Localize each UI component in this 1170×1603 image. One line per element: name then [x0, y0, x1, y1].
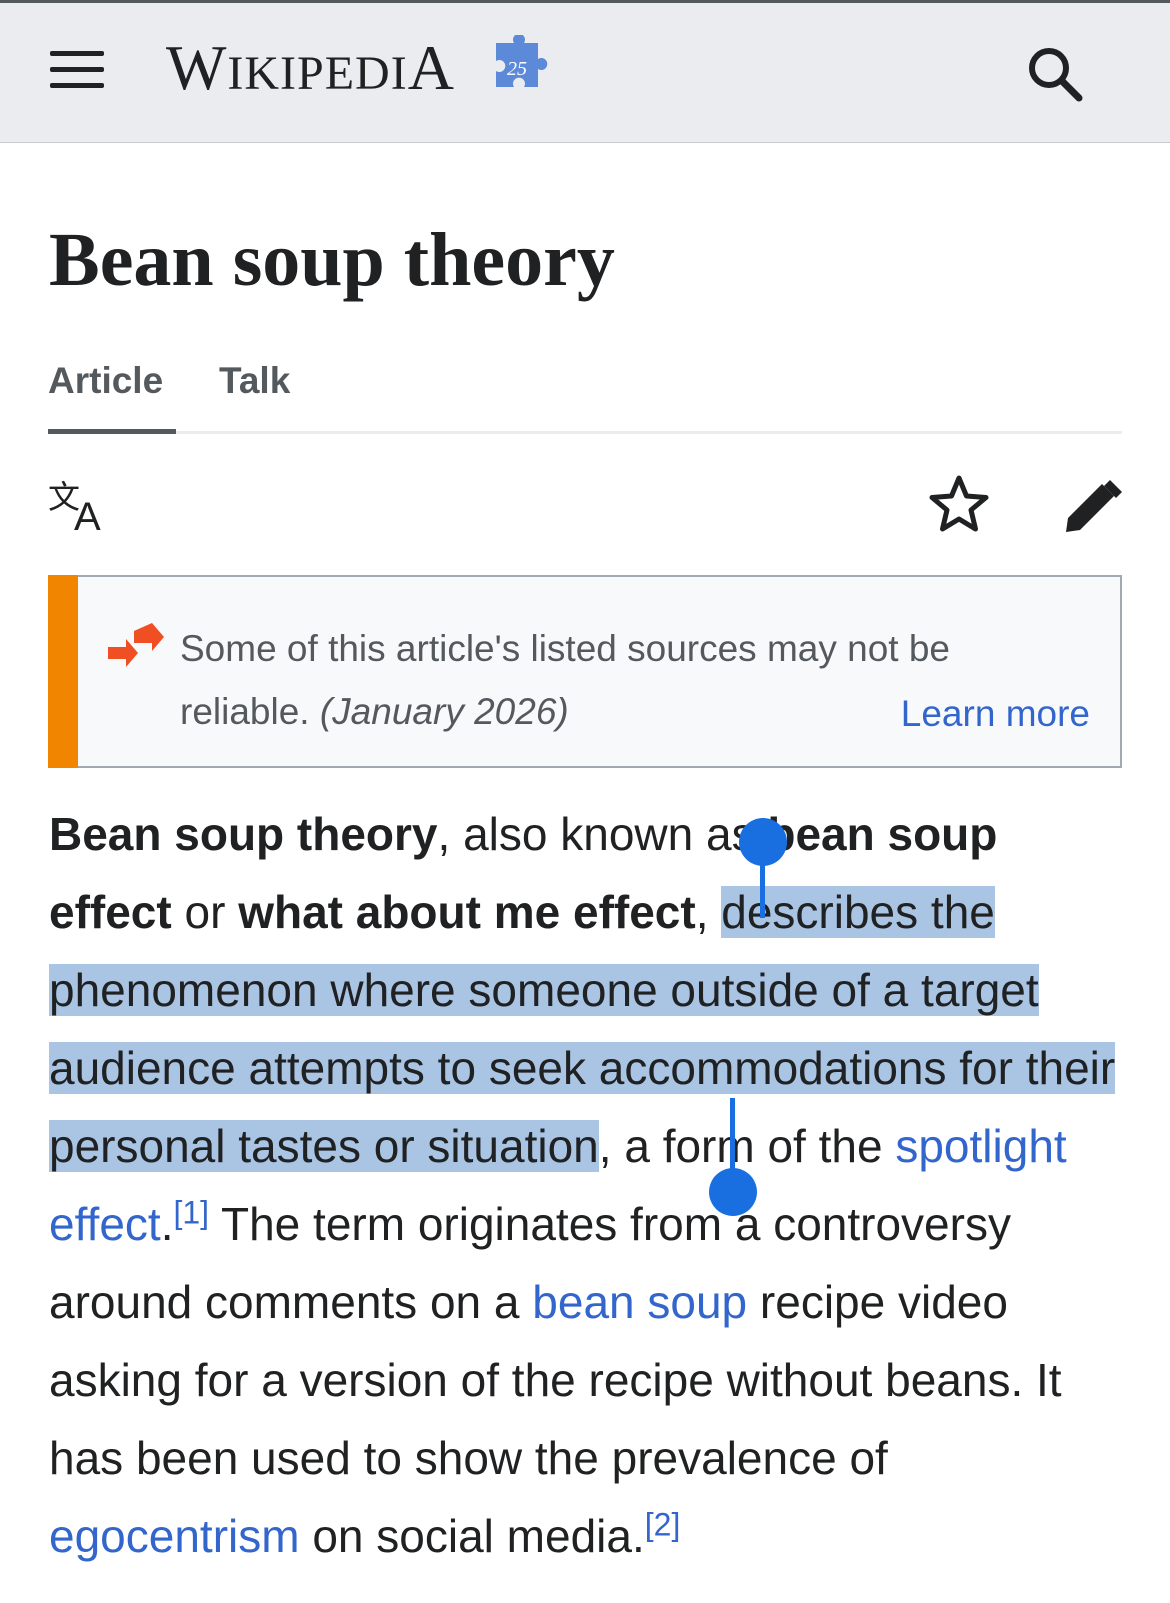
pencil-edit-icon[interactable] — [1062, 476, 1122, 536]
site-header: WIKIPEDIA 25 — [0, 0, 1170, 143]
search-icon[interactable] — [1026, 45, 1084, 103]
hamburger-menu-icon[interactable] — [50, 47, 106, 93]
selection-end-handle[interactable] — [709, 1168, 757, 1216]
tab-article[interactable]: Article — [48, 356, 163, 406]
link-egocentrism[interactable]: egocentrism — [49, 1510, 300, 1562]
bold-term: Bean soup theory — [49, 808, 438, 860]
language-icon[interactable]: 文 A — [48, 478, 110, 532]
bold-term: what about me effect — [238, 886, 696, 938]
notice-accent-bar — [48, 575, 78, 768]
reliability-notice: Some of this article's listed sources ma… — [48, 575, 1122, 768]
active-tab-indicator — [48, 429, 176, 434]
svg-text:A: A — [74, 495, 101, 532]
svg-text:25: 25 — [507, 58, 527, 80]
learn-more-link[interactable]: Learn more — [901, 682, 1090, 745]
page-tabs: Article Talk — [48, 356, 1122, 434]
puzzle-piece-icon: 25 — [496, 35, 548, 87]
reference-1[interactable]: [1] — [173, 1195, 209, 1231]
selection-end-handle-stem — [730, 1098, 735, 1178]
article-lead-paragraph[interactable]: Bean soup theory, also known as bean sou… — [49, 795, 1129, 1575]
page-title: Bean soup theory — [49, 218, 615, 302]
star-watch-icon[interactable] — [928, 474, 990, 536]
tab-talk[interactable]: Talk — [219, 356, 290, 406]
merge-arrows-icon — [108, 623, 164, 667]
wikipedia-wordmark[interactable]: WIKIPEDIA — [166, 33, 455, 103]
selection-start-handle[interactable] — [739, 818, 787, 866]
reference-2[interactable]: [2] — [645, 1507, 681, 1543]
link-bean-soup[interactable]: bean soup — [532, 1276, 747, 1328]
